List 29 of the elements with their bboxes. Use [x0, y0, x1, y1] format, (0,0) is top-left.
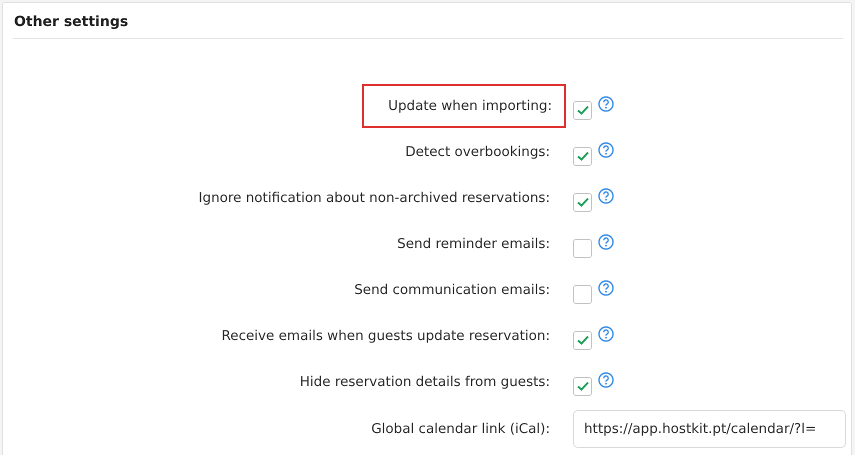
setting-label: Send reminder emails:	[396, 235, 551, 254]
setting-label: Send communication emails:	[353, 281, 551, 300]
help-icon[interactable]	[598, 280, 614, 296]
checkbox[interactable]	[573, 330, 592, 350]
section-title: Other settings	[13, 3, 843, 39]
setting-label: Hide reservation details from guests:	[298, 373, 551, 392]
check-icon	[576, 105, 588, 115]
setting-label: Receive emails when guests update reservation:	[220, 327, 551, 346]
checkbox[interactable]	[573, 284, 592, 304]
calendar-link-field[interactable]: https://app.hostkit.pt/calendar/?l=	[573, 410, 846, 448]
check-icon	[576, 381, 588, 391]
help-icon[interactable]	[598, 188, 614, 204]
checkbox[interactable]	[573, 192, 592, 212]
setting-label: Global calendar link (iCal):	[370, 420, 551, 439]
checkbox[interactable]	[573, 100, 592, 120]
check-icon	[576, 151, 588, 161]
help-icon[interactable]	[598, 234, 614, 250]
help-icon[interactable]	[598, 96, 614, 112]
setting-label: Detect overbookings:	[404, 143, 551, 162]
help-icon[interactable]	[598, 326, 614, 342]
checkbox[interactable]	[573, 238, 592, 258]
setting-label: Ignore notification about non-archived reservations:	[198, 189, 551, 208]
check-icon	[576, 197, 588, 207]
checkbox[interactable]	[573, 146, 592, 166]
help-icon[interactable]	[598, 142, 614, 158]
check-icon	[576, 335, 588, 345]
checkbox[interactable]	[573, 376, 592, 396]
help-icon[interactable]	[598, 372, 614, 388]
setting-label: Update when importing:	[362, 84, 566, 128]
